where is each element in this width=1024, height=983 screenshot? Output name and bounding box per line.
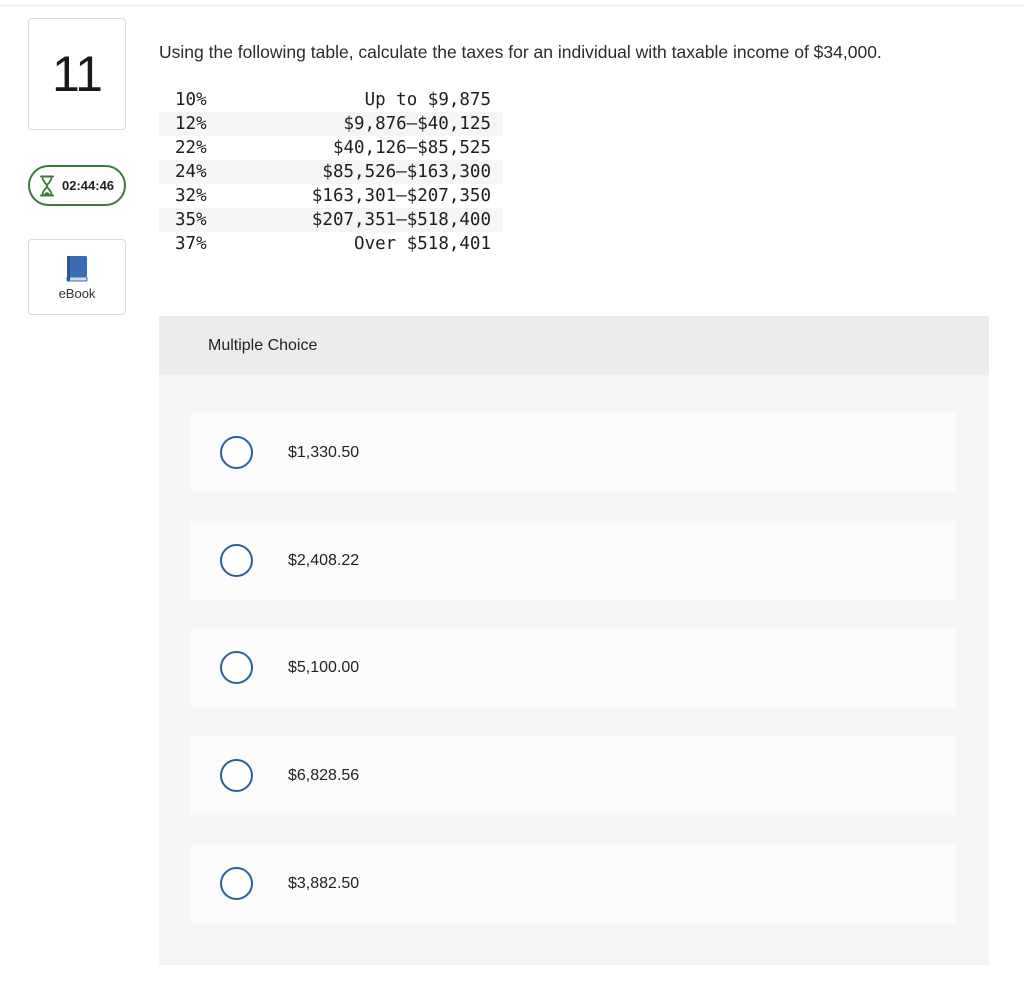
question-prompt: Using the following table, calculate the… — [159, 42, 882, 62]
multiple-choice-header: Multiple Choice — [159, 316, 989, 375]
ebook-button[interactable]: eBook — [28, 239, 126, 315]
book-icon — [66, 256, 88, 282]
top-divider — [0, 0, 1024, 6]
tax-rate: 32% — [175, 186, 207, 206]
answer-option-label: $6,828.56 — [288, 766, 360, 784]
answer-option-label: $3,882.50 — [288, 874, 360, 892]
radio-button[interactable] — [220, 544, 253, 577]
income-range: $40,126–$85,525 — [332, 138, 491, 158]
ebook-label: eBook — [58, 286, 96, 301]
timer-value: 02:44:46 — [62, 178, 115, 193]
answer-option[interactable]: $1,330.50 — [190, 413, 956, 492]
answer-option[interactable]: $6,828.56 — [190, 736, 956, 815]
answer-option-label: $5,100.00 — [288, 658, 360, 676]
answer-option[interactable]: $5,100.00 — [190, 628, 956, 707]
answer-option-label: $1,330.50 — [288, 443, 360, 461]
question-number: 11 — [52, 46, 103, 102]
hourglass-icon — [40, 175, 54, 196]
income-range: $9,876–$40,125 — [229, 112, 503, 136]
income-range: Up to $9,875 — [364, 90, 491, 110]
table-row: 37% Over $518,401 — [159, 232, 503, 256]
tax-rate: 37% — [175, 234, 207, 254]
answer-option-label: $2,408.22 — [288, 551, 360, 569]
table-row: 10% Up to $9,875 — [159, 88, 503, 112]
table-row: 22% $40,126–$85,525 — [159, 136, 503, 160]
answer-option[interactable]: $3,882.50 — [190, 844, 956, 923]
table-row: 35% $207,351–$518,400 — [159, 208, 503, 232]
income-range: $85,526–$163,300 — [229, 160, 503, 184]
radio-button[interactable] — [220, 867, 253, 900]
income-range: $207,351–$518,400 — [229, 208, 503, 232]
tax-rate: 10% — [175, 90, 207, 110]
income-range: $163,301–$207,350 — [311, 186, 491, 206]
tax-bracket-table: 10% Up to $9,875 12% $9,876–$40,125 22% … — [159, 88, 503, 256]
answer-option[interactable]: $2,408.22 — [190, 521, 956, 600]
tax-rate: 35% — [159, 208, 229, 232]
income-range: Over $518,401 — [354, 234, 491, 254]
table-row: 24% $85,526–$163,300 — [159, 160, 503, 184]
radio-button[interactable] — [220, 651, 253, 684]
radio-button[interactable] — [220, 436, 253, 469]
multiple-choice-panel: Multiple Choice $1,330.50 $2,408.22 $5,1… — [159, 316, 989, 965]
tax-rate: 12% — [159, 112, 229, 136]
tax-rate: 24% — [159, 160, 229, 184]
radio-button[interactable] — [220, 759, 253, 792]
table-row: 12% $9,876–$40,125 — [159, 112, 503, 136]
question-number-card: 11 — [28, 18, 126, 130]
tax-rate: 22% — [175, 138, 207, 158]
timer-badge[interactable]: 02:44:46 — [28, 165, 126, 206]
table-row: 32% $163,301–$207,350 — [159, 184, 503, 208]
